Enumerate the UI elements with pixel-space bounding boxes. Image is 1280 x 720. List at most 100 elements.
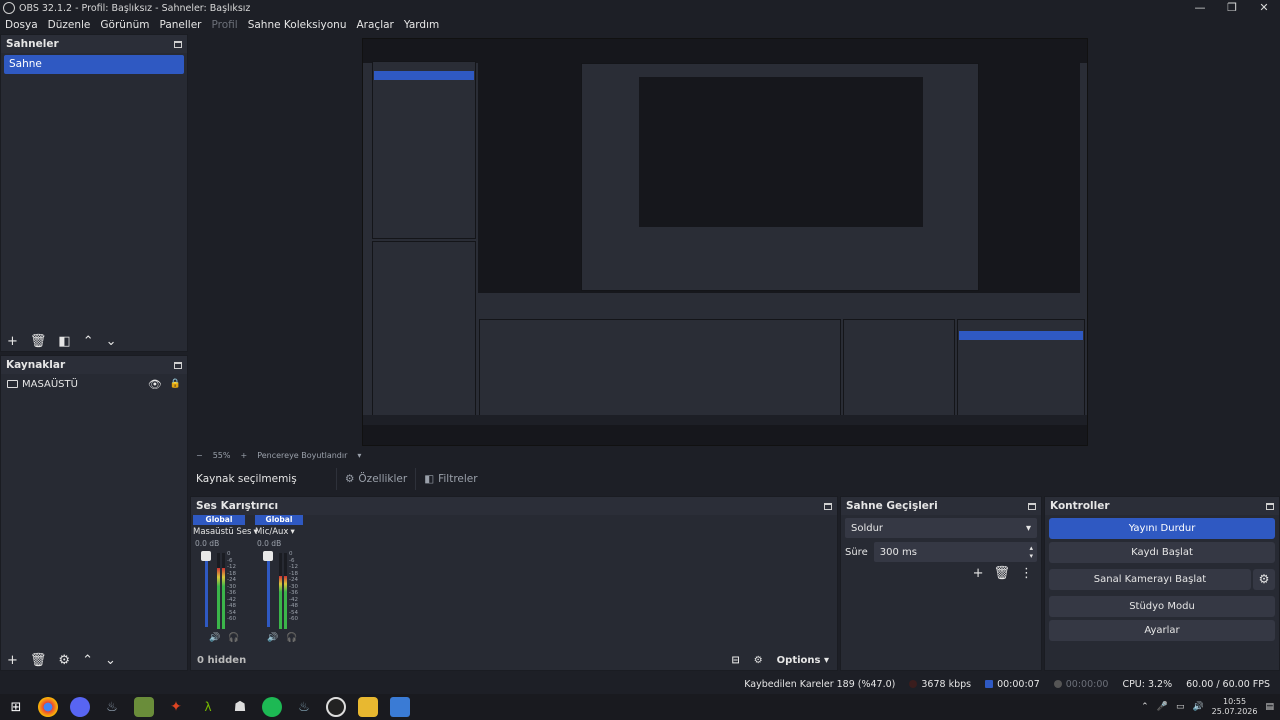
title-bar: OBS 32.1.2 - Profil: Başlıksız - Sahnele… xyxy=(0,0,1280,16)
add-icon[interactable]: + xyxy=(973,566,984,581)
undock-icon[interactable] xyxy=(824,502,832,510)
move-up-icon[interactable]: ⌃ xyxy=(82,653,93,668)
channel-name[interactable]: Masaüstü Ses ▾ xyxy=(193,525,258,539)
eye-icon[interactable]: 👁 xyxy=(148,378,162,391)
preview-canvas[interactable] xyxy=(362,38,1088,446)
source-item[interactable]: MASAÜSTÜ 👁 🔒 xyxy=(1,374,187,394)
network-icon[interactable]: ▭ xyxy=(1176,702,1185,712)
obs-taskbar-icon[interactable] xyxy=(326,697,346,717)
menu-file[interactable]: Dosya xyxy=(5,19,38,31)
more-vertical-icon[interactable]: ⋮ xyxy=(1020,566,1033,581)
studio-mode-button[interactable]: Stüdyo Modu xyxy=(1049,596,1275,617)
mixer-channel-mic: Global Mic/Aux ▾ 0.0 dB 0 -6 -12 -18 -24 -30-… xyxy=(255,515,303,647)
stream-time: 00:00:07 xyxy=(985,679,1040,690)
chevron-up-icon[interactable]: ⌃ xyxy=(1141,702,1149,712)
game-icon[interactable]: ✦ xyxy=(166,697,186,717)
fit-to-window[interactable]: Pencereye Boyutlandır xyxy=(257,451,347,460)
chevron-down-icon[interactable]: ▾ xyxy=(357,451,361,460)
stop-streaming-button[interactable]: Yayını Durdur xyxy=(1049,518,1275,539)
start-recording-button[interactable]: Kaydı Başlat xyxy=(1049,542,1275,563)
level-bar xyxy=(279,575,282,629)
scene-transitions-dock: Sahne Geçişleri Soldur ▾ Süre 300 ms ▴ ▾ … xyxy=(840,496,1042,671)
filter-icon[interactable]: ◧ xyxy=(58,334,70,349)
trash-icon[interactable]: 🗑 xyxy=(993,566,1010,581)
channel-db: 0.0 dB xyxy=(195,539,220,548)
advanced-audio-icon[interactable]: ⚙ xyxy=(754,655,763,666)
menu-help[interactable]: Yardım xyxy=(404,19,439,31)
nvidia-icon[interactable]: λ xyxy=(198,697,218,717)
chevron-down-icon: ▾ xyxy=(1025,522,1031,534)
notification-icon[interactable]: ▤ xyxy=(1265,702,1274,712)
layout-icon[interactable]: ⊟ xyxy=(731,655,739,666)
transitions-title: Sahne Geçişleri xyxy=(846,500,938,512)
ghost-icon[interactable]: ☗ xyxy=(230,697,250,717)
chevron-down-icon[interactable]: ▾ xyxy=(290,527,294,537)
discord-icon[interactable] xyxy=(70,697,90,717)
speaker-icon[interactable]: 🔊 xyxy=(267,633,278,643)
undock-icon[interactable] xyxy=(174,361,182,369)
undock-icon[interactable] xyxy=(174,40,182,48)
steam-icon[interactable]: ♨ xyxy=(102,697,122,717)
move-down-icon[interactable]: ⌄ xyxy=(106,334,117,349)
move-up-icon[interactable]: ⌃ xyxy=(83,334,94,349)
add-icon[interactable]: + xyxy=(7,653,18,668)
headphones-icon[interactable]: 🎧 xyxy=(286,633,297,643)
menu-tools[interactable]: Araçlar xyxy=(357,19,394,31)
move-down-icon[interactable]: ⌄ xyxy=(105,653,116,668)
start-virtual-camera-button[interactable]: Sanal Kamerayı Başlat xyxy=(1049,569,1251,590)
status-bar: Kaybedilen Kareler 189 (%47.0) 3678 kbps… xyxy=(0,674,1280,694)
clock[interactable]: 10:55 25.07.2026 xyxy=(1212,697,1258,717)
filters-button[interactable]: ◧ Filtreler xyxy=(415,468,485,490)
trash-icon[interactable]: 🗑 xyxy=(30,653,47,668)
network-app-icon[interactable] xyxy=(390,697,410,717)
trash-icon[interactable]: 🗑 xyxy=(30,334,47,349)
meter-tick: -12 xyxy=(289,564,298,570)
channel-name[interactable]: Mic/Aux ▾ xyxy=(255,525,303,539)
dropped-frames: Kaybedilen Kareler 189 (%47.0) xyxy=(744,678,896,690)
menu-profile[interactable]: Profil xyxy=(212,19,238,31)
scene-item[interactable]: Sahne xyxy=(4,55,184,74)
zoom-bar: − 55% + Pencereye Boyutlandır ▾ xyxy=(190,448,1280,462)
folder-icon[interactable] xyxy=(358,697,378,717)
menu-edit[interactable]: Düzenle xyxy=(48,19,91,31)
windows-start-icon[interactable]: ⊞ xyxy=(6,697,26,717)
gear-icon[interactable]: ⚙ xyxy=(1253,569,1275,590)
menu-scene-collection[interactable]: Sahne Koleksiyonu xyxy=(248,19,347,31)
menu-view[interactable]: Görünüm xyxy=(100,19,149,31)
menu-docks[interactable]: Paneller xyxy=(159,19,201,31)
options-button[interactable]: Options ▾ xyxy=(777,655,829,666)
maximize-button[interactable]: ❐ xyxy=(1216,0,1248,16)
transition-select[interactable]: Soldur ▾ xyxy=(845,518,1037,538)
volume-icon[interactable]: 🔊 xyxy=(1192,702,1203,712)
meter-tick: -48 xyxy=(289,603,298,609)
chrome-icon[interactable] xyxy=(38,697,58,717)
settings-button[interactable]: Ayarlar xyxy=(1049,620,1275,641)
undock-icon[interactable] xyxy=(1028,502,1036,510)
undock-icon[interactable] xyxy=(1266,502,1274,510)
zoom-out-icon[interactable]: − xyxy=(196,451,203,460)
duration-input[interactable]: 300 ms ▴ ▾ xyxy=(873,542,1037,562)
microphone-icon[interactable]: 🎤 xyxy=(1157,702,1168,712)
properties-button[interactable]: ⚙ Özellikler xyxy=(336,468,415,490)
lock-icon[interactable]: 🔒 xyxy=(170,379,181,389)
source-label: MASAÜSTÜ xyxy=(22,378,78,390)
meter-tick: -12 xyxy=(227,564,236,570)
add-icon[interactable]: + xyxy=(7,334,18,349)
scenes-dock: Sahneler Sahne + 🗑 ◧ ⌃ ⌄ xyxy=(0,34,188,352)
volume-slider-track[interactable] xyxy=(267,555,270,627)
zoom-in-icon[interactable]: + xyxy=(240,451,247,460)
sources-dock: Kaynaklar MASAÜSTÜ 👁 🔒 + 🗑 ⚙ ⌃ ⌄ xyxy=(0,355,188,671)
steam-app-icon[interactable]: ♨ xyxy=(294,697,314,717)
volume-slider-knob[interactable] xyxy=(201,551,211,561)
close-button[interactable]: ✕ xyxy=(1248,0,1280,16)
spinner-icon[interactable]: ▴ ▾ xyxy=(1029,544,1033,560)
minecraft-icon[interactable] xyxy=(134,697,154,717)
gear-icon[interactable]: ⚙ xyxy=(58,653,70,668)
speaker-icon[interactable]: 🔊 xyxy=(209,633,220,643)
volume-slider-track[interactable] xyxy=(205,555,208,627)
spotify-icon[interactable] xyxy=(262,697,282,717)
volume-slider-knob[interactable] xyxy=(263,551,273,561)
meter-scale: 0 -6 -12 -18 -24 -30 -36 -42 -48 -54 -60 xyxy=(227,551,236,623)
minimize-button[interactable]: — xyxy=(1184,0,1216,16)
headphones-icon[interactable]: 🎧 xyxy=(228,633,239,643)
